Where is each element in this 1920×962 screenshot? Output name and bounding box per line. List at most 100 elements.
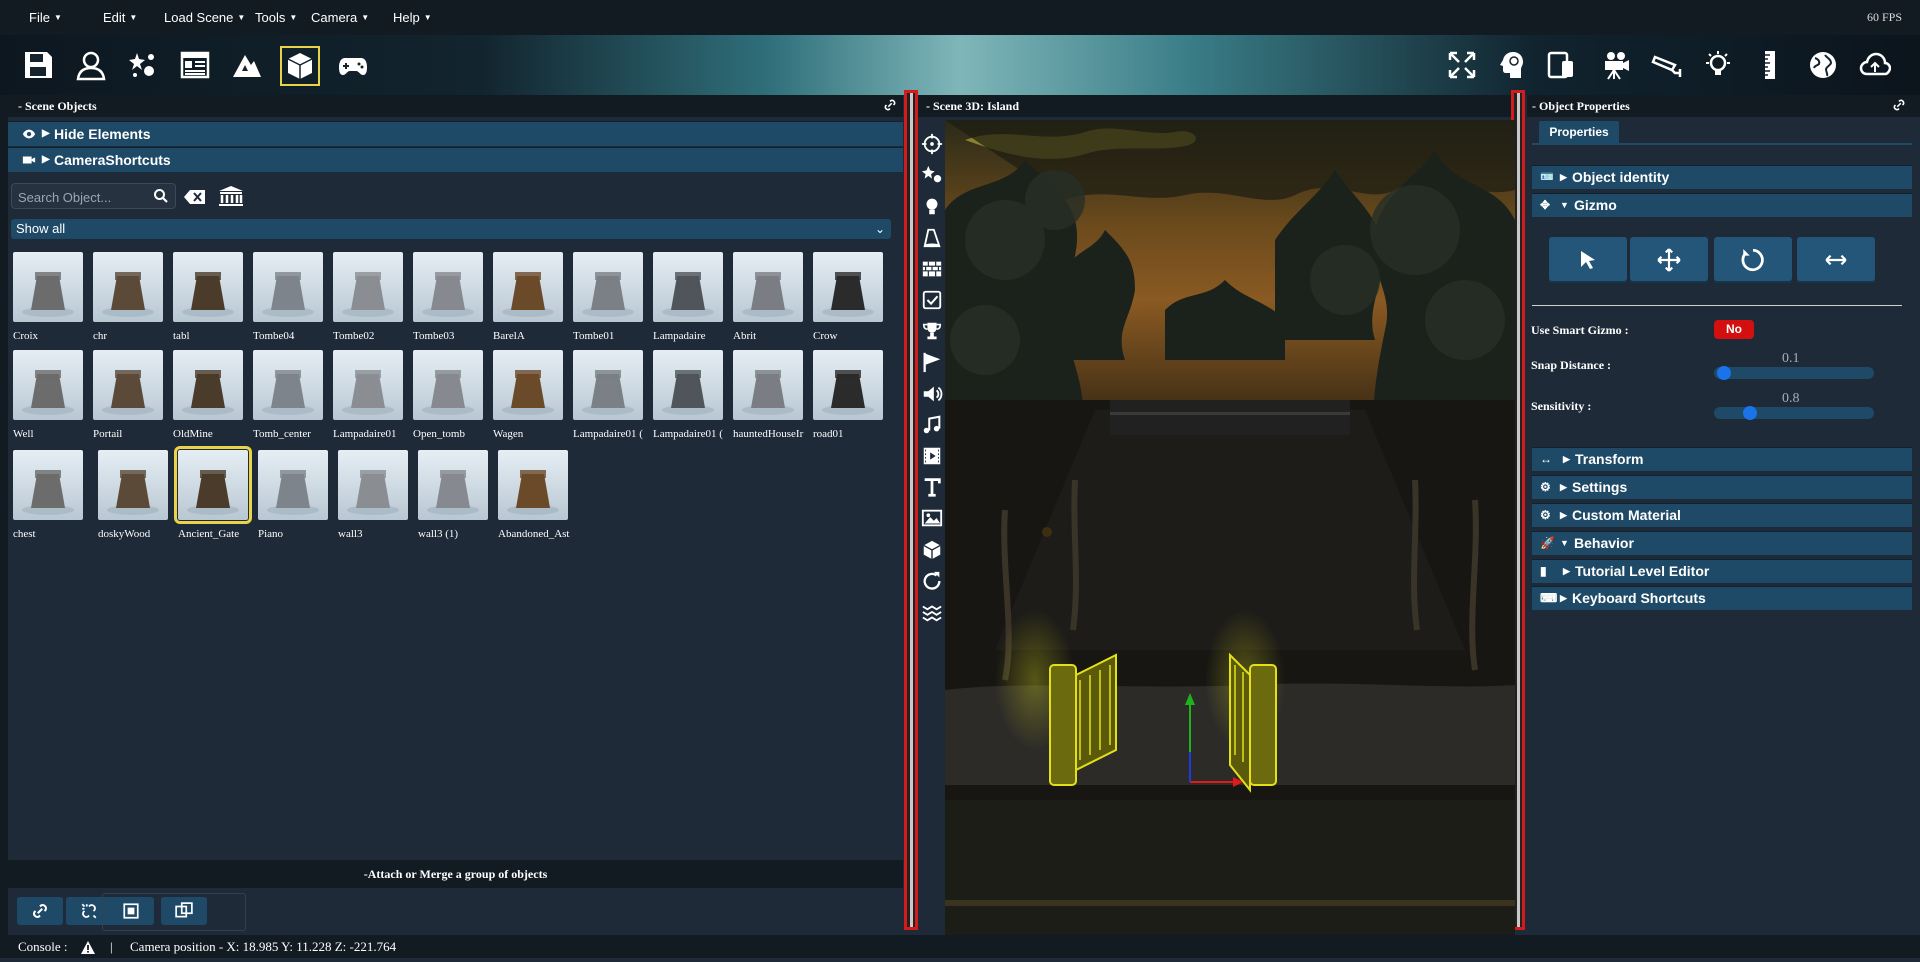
package-icon[interactable] — [920, 538, 944, 562]
particles-icon[interactable] — [125, 47, 161, 83]
behavior-section[interactable]: 🚀 ▼ Behavior — [1532, 531, 1912, 555]
snap-distance-slider[interactable] — [1714, 366, 1874, 380]
object-thumbnail[interactable] — [733, 252, 803, 322]
object-thumbnail[interactable] — [253, 350, 323, 420]
custom-material-section[interactable]: ⚙ ▶ Custom Material — [1532, 503, 1912, 527]
gizmo-section[interactable]: ✥ ▼ Gizmo — [1532, 193, 1912, 217]
menu-help[interactable]: Help ▼ — [393, 10, 432, 25]
menu-file[interactable]: File ▼ — [29, 10, 62, 25]
tutorial-section[interactable]: ▮ ▶ Tutorial Level Editor — [1532, 559, 1912, 583]
object-thumbnail[interactable] — [258, 450, 328, 520]
link-icon[interactable] — [1892, 97, 1906, 119]
globe-icon[interactable] — [1805, 47, 1841, 83]
keyboard-shortcuts-section[interactable]: ⌨ ▶ Keyboard Shortcuts — [1532, 586, 1912, 610]
object-thumbnail[interactable] — [333, 350, 403, 420]
ruler-icon[interactable] — [1752, 47, 1788, 83]
brain-icon[interactable] — [1493, 47, 1529, 83]
fullscreen-icon[interactable] — [1444, 47, 1480, 83]
transform-section[interactable]: ↔ ▶ Transform — [1532, 447, 1912, 471]
merge-button[interactable] — [108, 897, 154, 925]
menu-camera[interactable]: Camera ▼ — [311, 10, 369, 25]
object-thumbnail[interactable] — [13, 252, 83, 322]
gamepad-icon[interactable] — [335, 47, 371, 83]
object-thumbnail[interactable] — [498, 450, 568, 520]
light-bulb-icon[interactable] — [1700, 47, 1736, 83]
movie-camera-icon[interactable] — [1598, 47, 1634, 83]
sensitivity-slider[interactable] — [1714, 406, 1874, 420]
object-thumbnail[interactable] — [173, 252, 243, 322]
layout-icon[interactable] — [177, 47, 213, 83]
object-thumbnail[interactable] — [418, 450, 488, 520]
hide-elements-row[interactable]: ▶ Hide Elements — [8, 121, 903, 146]
refresh-icon[interactable] — [920, 569, 944, 593]
object-thumbnail[interactable] — [493, 252, 563, 322]
object-thumbnail[interactable] — [338, 450, 408, 520]
menu-edit[interactable]: Edit ▼ — [103, 10, 137, 25]
object-thumbnail[interactable] — [93, 350, 163, 420]
cone-icon[interactable] — [920, 226, 944, 250]
tab-properties[interactable]: Properties — [1539, 121, 1619, 143]
clear-search-icon[interactable] — [183, 189, 207, 210]
object-thumbnail[interactable] — [813, 350, 883, 420]
texture-icon[interactable] — [920, 600, 944, 624]
smart-gizmo-toggle[interactable]: No — [1714, 320, 1754, 339]
library-icon[interactable] — [218, 185, 244, 212]
mobile-device-icon[interactable] — [1543, 47, 1579, 83]
flag-icon[interactable] — [920, 350, 944, 374]
menu-load-scene[interactable]: Load Scene ▼ — [164, 10, 245, 25]
camera-shortcuts-row[interactable]: ▶ CameraShortcuts — [8, 147, 903, 172]
trophy-icon[interactable] — [920, 319, 944, 343]
rotate-tool-button[interactable] — [1714, 237, 1792, 283]
cloud-upload-icon[interactable] — [1857, 47, 1893, 83]
video-icon[interactable] — [920, 444, 944, 468]
image-icon[interactable] — [920, 506, 944, 530]
move-tool-button[interactable] — [1630, 237, 1708, 283]
viewport-3d[interactable] — [945, 120, 1515, 935]
link-icon[interactable] — [883, 97, 897, 119]
object-thumbnail[interactable] — [98, 450, 168, 520]
user-icon[interactable] — [73, 47, 109, 83]
filter-select[interactable]: Show all ⌄ — [11, 219, 891, 239]
object-thumbnail[interactable] — [733, 350, 803, 420]
object-thumbnail[interactable] — [13, 450, 83, 520]
object-thumbnail[interactable] — [573, 350, 643, 420]
music-icon[interactable] — [920, 413, 944, 437]
left-splitter[interactable] — [904, 90, 918, 930]
save-icon[interactable] — [20, 47, 56, 83]
object-thumbnail[interactable] — [173, 350, 243, 420]
target-icon[interactable] — [920, 132, 944, 156]
sensitivity-knob[interactable] — [1743, 406, 1758, 420]
object-thumbnail[interactable] — [93, 252, 163, 322]
object-thumbnail[interactable] — [493, 350, 563, 420]
search-input[interactable] — [16, 187, 150, 207]
settings-section[interactable]: ⚙ ▶ Settings — [1532, 475, 1912, 499]
object-thumbnail[interactable] — [13, 350, 83, 420]
light-icon[interactable] — [920, 194, 944, 218]
object-thumbnail[interactable] — [653, 350, 723, 420]
object-thumbnail[interactable] — [253, 252, 323, 322]
menu-tools[interactable]: Tools ▼ — [255, 10, 297, 25]
security-camera-icon[interactable] — [1649, 47, 1685, 83]
object-identity-section[interactable]: 🪪 ▶ Object identity — [1532, 165, 1912, 189]
object-thumbnail[interactable] — [413, 252, 483, 322]
warning-icon[interactable] — [80, 939, 96, 962]
text-icon[interactable] — [920, 475, 944, 499]
object-thumbnail[interactable] — [653, 252, 723, 322]
attach-button[interactable] — [17, 897, 63, 925]
object-thumbnail[interactable] — [174, 446, 252, 524]
object-thumbnail[interactable] — [413, 350, 483, 420]
speaker-icon[interactable] — [920, 382, 944, 406]
cube-icon[interactable] — [280, 46, 320, 86]
terrain-icon[interactable] — [229, 47, 265, 83]
unmerge-button[interactable] — [161, 897, 207, 925]
search-icon[interactable] — [153, 188, 169, 209]
wall-icon[interactable] — [920, 257, 944, 281]
scale-tool-button[interactable] — [1797, 237, 1875, 283]
object-thumbnail[interactable] — [333, 252, 403, 322]
particles-icon[interactable] — [920, 163, 944, 187]
object-thumbnail[interactable] — [573, 252, 643, 322]
object-thumbnail[interactable] — [813, 252, 883, 322]
snap-distance-knob[interactable] — [1716, 366, 1731, 380]
checkbox-icon[interactable] — [920, 288, 944, 312]
select-tool-button[interactable] — [1549, 237, 1627, 283]
